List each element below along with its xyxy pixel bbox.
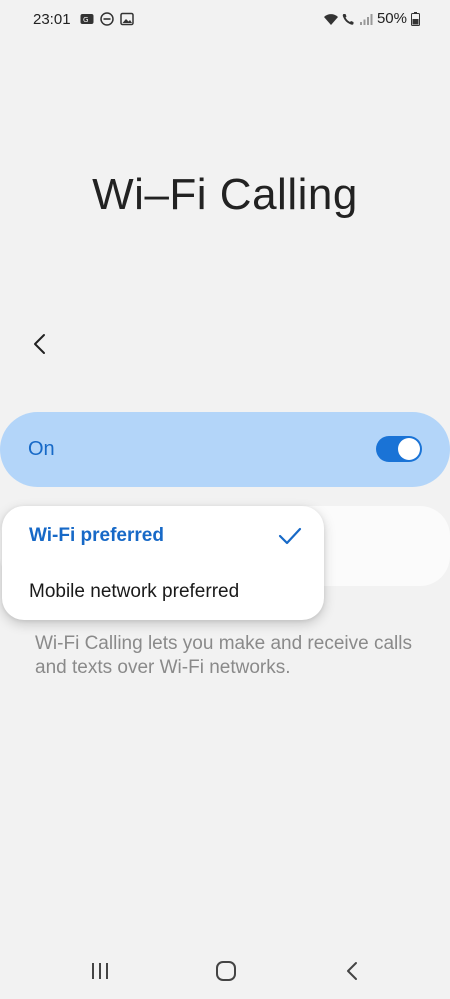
menu-item-label: Wi-Fi preferred [29, 525, 164, 546]
signal-icon [359, 12, 373, 26]
calling-preference-menu: Wi-Fi preferred Mobile network preferred [2, 506, 324, 620]
recent-apps-icon [90, 962, 110, 985]
data-saver-icon: G [80, 12, 94, 26]
status-left-icons: G [80, 12, 134, 26]
status-bar: 23:01 G 50% [0, 0, 450, 40]
image-icon [120, 12, 134, 26]
nav-back-button[interactable] [332, 958, 372, 988]
navigation-bar [0, 950, 450, 999]
status-right: 50% [323, 10, 420, 27]
svg-text:G: G [83, 16, 88, 24]
do-not-disturb-icon [100, 12, 114, 26]
menu-item-label: Mobile network preferred [29, 581, 240, 602]
battery-percent: 50% [376, 10, 407, 27]
menu-item-mobile-network-preferred[interactable]: Mobile network preferred [2, 564, 324, 620]
battery-icon [411, 11, 420, 26]
page-title: Wi–Fi Calling [92, 170, 358, 219]
check-icon [278, 526, 302, 546]
back-icon [345, 961, 359, 986]
home-icon [215, 960, 237, 987]
chevron-left-icon [32, 332, 48, 361]
back-button[interactable] [22, 328, 58, 364]
toggle-knob [398, 438, 420, 460]
wifi-call-icon [341, 12, 355, 26]
master-switch-label: On [28, 438, 55, 460]
menu-item-wifi-preferred[interactable]: Wi-Fi preferred [2, 508, 324, 564]
description-text: Wi-Fi Calling lets you make and receive … [35, 633, 412, 678]
status-time: 23:01 [33, 11, 71, 28]
master-toggle[interactable] [376, 436, 422, 462]
home-button[interactable] [206, 958, 246, 988]
wifi-icon [323, 12, 338, 26]
recent-apps-button[interactable] [80, 958, 120, 988]
master-switch-card[interactable]: On [0, 412, 450, 487]
